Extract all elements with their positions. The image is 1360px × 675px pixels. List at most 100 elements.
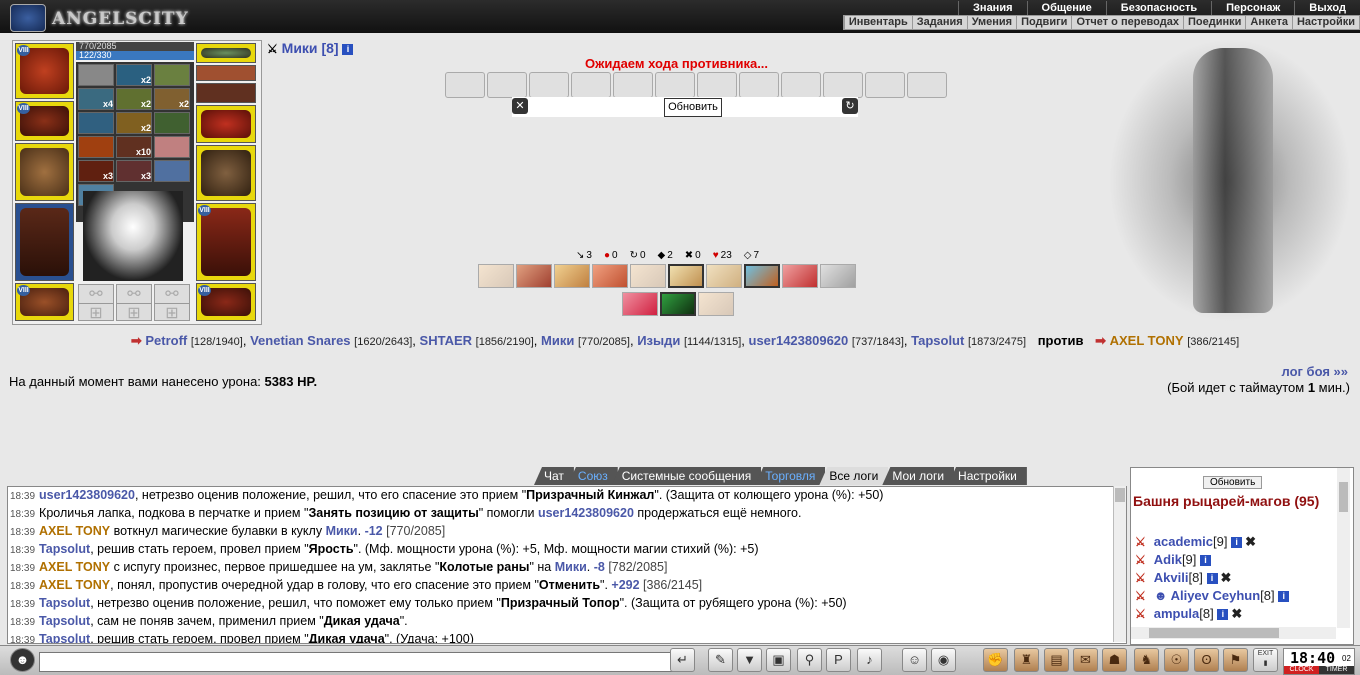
room-user-name[interactable]: ampula [1154, 606, 1200, 621]
message-user[interactable]: Мики [555, 560, 587, 574]
empty-slot[interactable]: ⊞ [116, 303, 152, 322]
info-icon[interactable]: i [1278, 591, 1290, 603]
helmet-icon[interactable]: ◉ [931, 648, 956, 672]
amulet-slot[interactable] [196, 43, 256, 63]
message-user[interactable]: Tapsolut [39, 632, 90, 643]
room-scrollbar[interactable] [1337, 468, 1350, 628]
bag-cell[interactable] [154, 160, 190, 182]
bear-icon[interactable]: ʘ [1194, 648, 1219, 672]
info-icon[interactable]: i [1206, 573, 1218, 585]
message-user[interactable]: Tapsolut [39, 614, 90, 628]
message-user[interactable]: Tapsolut [39, 542, 90, 556]
player-name[interactable]: Мики [282, 40, 318, 56]
gloves-slot[interactable] [196, 105, 256, 143]
scroll-slot[interactable] [823, 72, 863, 98]
team1-player[interactable]: Venetian Snares [250, 333, 350, 348]
message-user[interactable]: AXEL TONY [39, 578, 110, 592]
scroll-slot[interactable] [865, 72, 905, 98]
bag-cell[interactable]: x2 [116, 64, 152, 86]
menu-character[interactable]: Персонаж [1211, 1, 1294, 15]
skill-button[interactable] [782, 264, 818, 288]
tab-chat-settings[interactable]: Настройки [948, 467, 1027, 485]
bag-cell[interactable] [154, 64, 190, 86]
scroll-slot[interactable] [739, 72, 779, 98]
room-user[interactable]: ⚔ academic[9] i ✖ [1135, 534, 1256, 550]
bag-cell[interactable] [154, 112, 190, 134]
tab-all-logs[interactable]: Все логи [819, 467, 889, 485]
bag-cell[interactable] [154, 136, 190, 158]
flag-icon[interactable]: ⚑ [1223, 648, 1248, 672]
run-icon[interactable]: ⚲ [797, 648, 822, 672]
scroll-slot[interactable] [529, 72, 569, 98]
fight-action-icon[interactable]: ✊ [983, 648, 1008, 672]
submenu-transfers[interactable]: Отчет о переводах [1071, 16, 1183, 29]
mask-icon[interactable]: ☗ [1102, 648, 1127, 672]
info-icon[interactable]: i [1217, 609, 1229, 621]
bag-cell[interactable] [78, 136, 114, 158]
chest-icon[interactable]: ▤ [1044, 648, 1069, 672]
room-user[interactable]: ⚔ ampula[8] i ✖ [1135, 606, 1242, 622]
team1-player[interactable]: Tapsolut [911, 333, 964, 348]
boots-slot[interactable]: VIII [196, 283, 256, 321]
tab-system[interactable]: Системные сообщения [611, 467, 762, 485]
menu-security[interactable]: Безопасность [1105, 1, 1211, 15]
skill-button[interactable] [478, 264, 514, 288]
tab-chat[interactable]: Чат [534, 467, 574, 485]
scroll-slot[interactable] [487, 72, 527, 98]
belt-slot[interactable]: VIII [15, 283, 74, 321]
menu-knowledge[interactable]: Знания [958, 1, 1026, 15]
team1-player[interactable]: Изыди [637, 333, 680, 348]
legs-slot[interactable]: VIII [196, 203, 256, 281]
battle-log-link[interactable]: лог боя »» [1281, 364, 1348, 379]
room-user[interactable]: ⚔ Akvili[8] i ✖ [1135, 570, 1231, 586]
pet-icon[interactable]: ♞ [1134, 648, 1159, 672]
private-icon[interactable]: P [826, 648, 851, 672]
group-icon[interactable]: ☉ [1164, 648, 1189, 672]
bag-cell[interactable]: x2 [154, 88, 190, 110]
chat-input[interactable] [39, 652, 673, 672]
bracers-slot[interactable]: VIII [15, 101, 74, 141]
eraser-icon[interactable]: ✎ [708, 648, 733, 672]
submenu-duels[interactable]: Поединки [1182, 16, 1245, 29]
scroll-slot[interactable] [907, 72, 947, 98]
rings-slot[interactable] [196, 83, 256, 103]
room-hscrollbar[interactable] [1131, 627, 1336, 639]
room-user[interactable]: ⚔ Adik[9] i [1135, 552, 1214, 567]
music-icon[interactable]: ♪ [857, 648, 882, 672]
info-icon[interactable]: i [342, 43, 354, 55]
bag-cell[interactable]: x4 [78, 88, 114, 110]
message-user[interactable]: AXEL TONY [39, 560, 110, 574]
room-user-name[interactable]: Aliyev Ceyhun [1171, 588, 1261, 603]
cycle-icon[interactable]: ↻ [842, 98, 858, 114]
bag-icon[interactable]: ♜ [1014, 648, 1039, 672]
skill-button[interactable] [554, 264, 590, 288]
armor-slot[interactable] [15, 203, 74, 281]
room-user[interactable]: ⚔ ☻ Aliyev Ceyhun[8] i [1135, 588, 1292, 603]
skill-button[interactable] [630, 264, 666, 288]
refresh-button[interactable]: Обновить [664, 98, 722, 117]
save-icon[interactable]: ▣ [766, 648, 791, 672]
tab-union[interactable]: Союз [567, 467, 618, 485]
team1-player[interactable]: SHTAER [420, 333, 472, 348]
bag-cell[interactable] [78, 64, 114, 86]
scroll-slot[interactable] [613, 72, 653, 98]
menu-exit[interactable]: Выход [1294, 1, 1360, 15]
shield-slot[interactable] [196, 145, 256, 201]
skill-button[interactable] [706, 264, 742, 288]
submenu-settings[interactable]: Настройки [1291, 16, 1359, 29]
skill-button[interactable] [668, 264, 704, 288]
scroll-slot[interactable] [571, 72, 611, 98]
message-user[interactable]: Tapsolut [39, 596, 90, 610]
message-user[interactable]: user1423809620 [39, 488, 135, 502]
close-icon[interactable]: ✖ [1221, 570, 1232, 585]
filter-icon[interactable]: ▼ [737, 648, 762, 672]
chat-scrollbar[interactable] [1113, 486, 1126, 642]
empty-slot[interactable]: ⊞ [154, 303, 190, 322]
scroll-icon[interactable]: ✉ [1073, 648, 1098, 672]
bag-cell[interactable]: x10 [116, 136, 152, 158]
menu-communication[interactable]: Общение [1026, 1, 1106, 15]
head-icon[interactable]: ☻ [10, 648, 35, 672]
room-user-name[interactable]: academic [1154, 534, 1213, 549]
submenu-achievements[interactable]: Подвиги [1016, 16, 1071, 29]
bag-cell[interactable]: x3 [116, 160, 152, 182]
